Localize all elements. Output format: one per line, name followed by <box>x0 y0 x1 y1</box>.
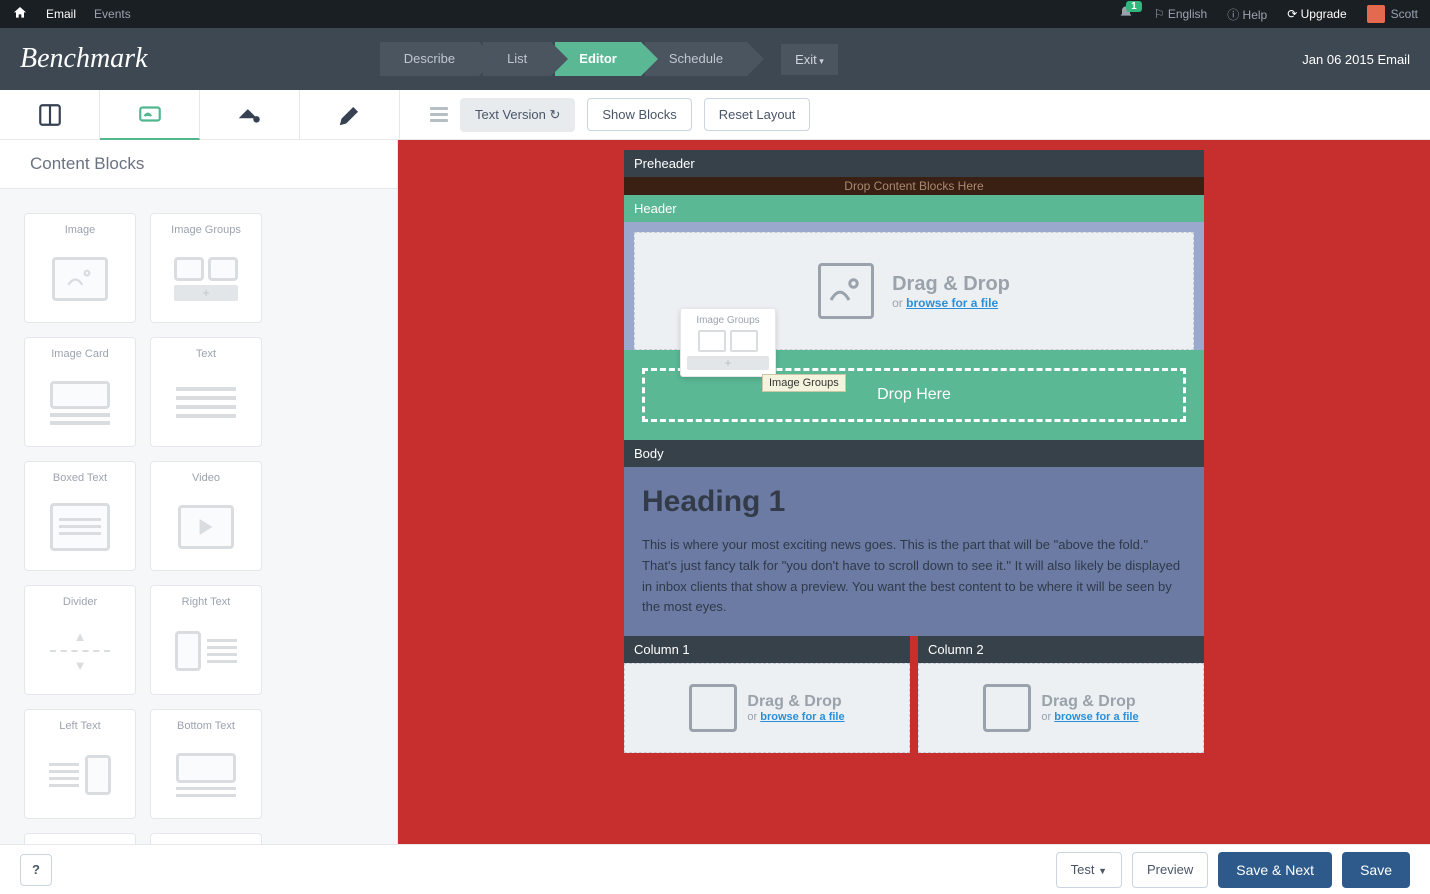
tab-styles[interactable] <box>200 90 300 140</box>
preheader-label: Preheader <box>624 150 1204 177</box>
body-section[interactable]: Heading 1 This is where your most exciti… <box>624 467 1204 636</box>
block-bottom-text[interactable]: Bottom Text <box>150 709 262 819</box>
header-section-label: Header <box>624 195 1204 222</box>
drag-drop-label: Drag & Drop <box>892 273 1010 296</box>
chevron-down-icon: ▼ <box>1098 866 1107 876</box>
home-icon[interactable] <box>12 5 28 24</box>
block-button[interactable]: Button <box>24 833 136 844</box>
bell-icon[interactable]: 1 <box>1118 5 1134 24</box>
user-menu[interactable]: Scott <box>1367 5 1418 23</box>
tab-layout[interactable] <box>0 90 100 140</box>
image-placeholder-icon <box>689 684 737 732</box>
menu-icon[interactable] <box>430 107 448 122</box>
campaign-name: Jan 06 2015 Email <box>1302 52 1410 67</box>
language-link[interactable]: ⚐ English <box>1154 7 1207 21</box>
column-2-drop[interactable]: Drag & Dropor browse for a file <box>918 663 1204 753</box>
block-boxed-text[interactable]: Boxed Text <box>24 461 136 571</box>
tab-edit[interactable] <box>300 90 400 140</box>
block-image-card[interactable]: Image Card <box>24 337 136 447</box>
email-canvas[interactable]: Preheader Drop Content Blocks Here Heade… <box>398 140 1430 844</box>
help-button[interactable]: ? <box>20 854 52 886</box>
save-button[interactable]: Save <box>1342 852 1410 888</box>
browse-file-link[interactable]: browse for a file <box>906 296 998 310</box>
block-social-follow[interactable]: Social Followtf+ <box>150 833 262 844</box>
block-left-text[interactable]: Left Text <box>24 709 136 819</box>
column-1-label: Column 1 <box>624 636 910 663</box>
column-2[interactable]: Column 2 Drag & Dropor browse for a file <box>918 636 1204 753</box>
preview-button[interactable]: Preview <box>1132 852 1208 888</box>
block-right-text[interactable]: Right Text <box>150 585 262 695</box>
show-blocks-button[interactable]: Show Blocks <box>587 98 691 131</box>
power-icon: ⟳ <box>1287 7 1300 21</box>
upgrade-link[interactable]: ⟳ Upgrade <box>1287 7 1346 21</box>
help-link[interactable]: ⓘ Help <box>1227 6 1267 23</box>
sidebar-title: Content Blocks <box>0 140 397 189</box>
block-image[interactable]: Image <box>24 213 136 323</box>
exit-button[interactable]: Exit <box>781 44 838 75</box>
block-divider[interactable]: Divider▲▼ <box>24 585 136 695</box>
body-section-label: Body <box>624 440 1204 467</box>
step-schedule[interactable]: Schedule <box>645 42 747 76</box>
tab-blocks[interactable] <box>100 90 200 140</box>
logo: Benchmark <box>20 43 148 75</box>
text-version-button[interactable]: Text Version ↻ <box>460 98 575 132</box>
browse-file-link[interactable]: browse for a file <box>1054 711 1138 723</box>
flag-icon: ⚐ <box>1154 7 1168 21</box>
column-2-label: Column 2 <box>918 636 1204 663</box>
notif-badge: 1 <box>1126 1 1142 12</box>
step-describe[interactable]: Describe <box>380 42 479 76</box>
info-icon: ⓘ <box>1227 8 1242 22</box>
editor-subbar: Text Version ↻ Show Blocks Reset Layout <box>0 90 1430 140</box>
block-video[interactable]: Video <box>150 461 262 571</box>
save-next-button[interactable]: Save & Next <box>1218 852 1332 888</box>
image-placeholder-icon <box>818 263 874 319</box>
column-1-drop[interactable]: Drag & Dropor browse for a file <box>624 663 910 753</box>
browse-file-link[interactable]: browse for a file <box>760 711 844 723</box>
nav-email[interactable]: Email <box>46 7 76 21</box>
nav-events[interactable]: Events <box>94 7 131 21</box>
footer-bar: ? Test ▼ Preview Save & Next Save <box>0 844 1430 894</box>
preheader-dropzone[interactable]: Drop Content Blocks Here <box>624 177 1204 195</box>
topbar: Email Events 1 ⚐ English ⓘ Help ⟳ Upgrad… <box>0 0 1430 28</box>
block-image-groups[interactable]: Image Groups+ <box>150 213 262 323</box>
wizard-steps: Describe List Editor Schedule Exit <box>380 42 838 76</box>
column-1[interactable]: Column 1 Drag & Dropor browse for a file <box>624 636 910 753</box>
body-heading[interactable]: Heading 1 <box>642 485 1186 519</box>
image-placeholder-icon <box>983 684 1031 732</box>
drag-ghost-card: Image Groups + <box>680 308 776 377</box>
drag-tooltip: Image Groups <box>762 374 846 392</box>
active-dropzone[interactable]: Image Groups + Image Groups Drop Here <box>624 350 1204 440</box>
body-paragraph[interactable]: This is where your most exciting news go… <box>642 535 1186 618</box>
app-header: Benchmark Describe List Editor Schedule … <box>0 28 1430 90</box>
block-text[interactable]: Text <box>150 337 262 447</box>
avatar <box>1367 5 1385 23</box>
content-blocks-sidebar: Content Blocks Image Image Groups+ Image… <box>0 140 398 844</box>
test-button[interactable]: Test ▼ <box>1056 852 1122 888</box>
sync-icon: ↻ <box>549 107 560 122</box>
reset-layout-button[interactable]: Reset Layout <box>704 98 811 131</box>
